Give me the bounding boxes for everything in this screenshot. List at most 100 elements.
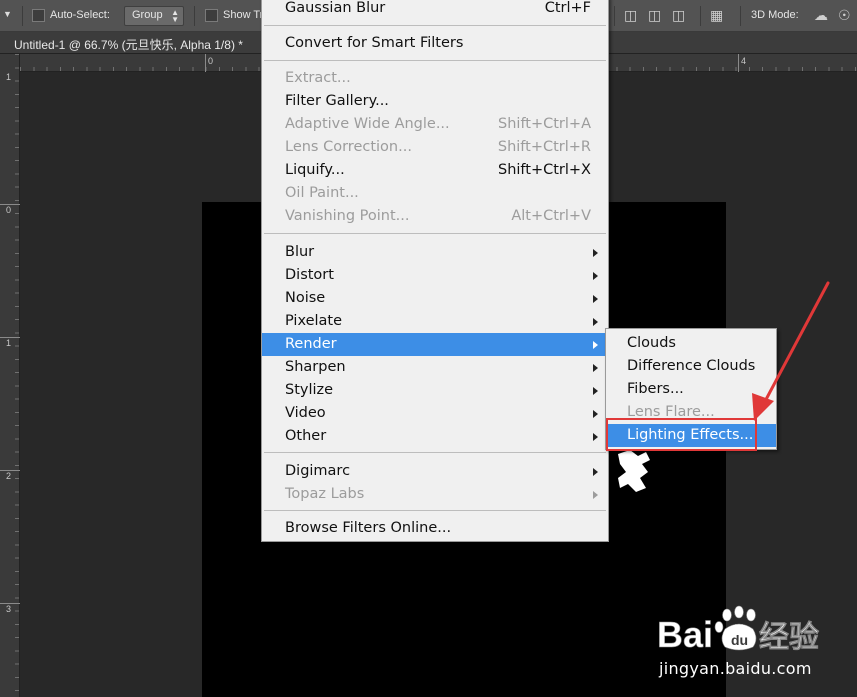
menu-separator bbox=[264, 60, 606, 61]
menu-separator bbox=[264, 452, 606, 453]
svg-text:经验: 经验 bbox=[759, 620, 819, 655]
submenu-arrow-icon bbox=[593, 341, 598, 349]
menu-item-label: Render bbox=[285, 336, 337, 352]
menu-item-label: Topaz Labs bbox=[285, 486, 365, 502]
select-updown-icon: ▲ ▼ bbox=[171, 8, 179, 24]
menu-item-adaptive-wide-angle: Adaptive Wide Angle... Shift+Ctrl+A bbox=[262, 113, 608, 136]
ruler-number: 4 bbox=[741, 56, 747, 66]
align-right-edges-icon[interactable]: ◫ bbox=[672, 7, 685, 23]
menu-item-shortcut: Shift+Ctrl+X bbox=[498, 162, 591, 178]
menu-item-label: Pixelate bbox=[285, 313, 343, 329]
menu-item-label: Distort bbox=[285, 267, 334, 283]
group-select-value: Group bbox=[132, 9, 163, 21]
menu-item-label: Other bbox=[285, 428, 327, 444]
highlight-callout-box bbox=[606, 418, 757, 451]
ruler-number: 1 bbox=[6, 338, 12, 348]
red-arrow-icon bbox=[752, 281, 830, 421]
3d-roll-icon[interactable]: ☉ bbox=[838, 7, 851, 23]
tool-preset-chevron-down-icon[interactable]: ▼ bbox=[3, 9, 12, 19]
options-divider bbox=[614, 6, 615, 26]
menu-separator bbox=[264, 510, 606, 511]
menu-item-label: Extract... bbox=[285, 70, 351, 86]
submenu-item-label: Fibers... bbox=[627, 381, 684, 397]
submenu-item-label: Difference Clouds bbox=[627, 358, 756, 374]
menu-item-label: Blur bbox=[285, 244, 315, 260]
options-divider bbox=[700, 6, 701, 26]
baidu-logo-icon: Bai du 经验 bbox=[657, 605, 819, 655]
ruler-number: 3 bbox=[6, 604, 12, 614]
auto-select-checkbox[interactable] bbox=[32, 9, 45, 22]
menu-separator bbox=[264, 25, 606, 26]
baidu-jingyan-watermark: Bai du 经验 jingyan.baidu.com bbox=[655, 605, 855, 690]
menu-item-shortcut: Ctrl+F bbox=[544, 0, 591, 16]
ruler-number: 2 bbox=[6, 471, 12, 481]
submenu-arrow-icon bbox=[593, 249, 598, 257]
submenu-arrow-icon bbox=[593, 318, 598, 326]
submenu-arrow-icon bbox=[593, 387, 598, 395]
auto-select-label: Auto-Select: bbox=[50, 9, 110, 21]
menu-item-browse-filters-online[interactable]: Browse Filters Online... bbox=[262, 517, 608, 540]
menu-item-label: Sharpen bbox=[285, 359, 346, 375]
menu-item-label: Liquify... bbox=[285, 162, 345, 178]
watermark-url: jingyan.baidu.com bbox=[659, 659, 812, 678]
menu-item-label: Noise bbox=[285, 290, 326, 306]
menu-item-noise[interactable]: Noise bbox=[262, 287, 608, 310]
menu-item-filter-gallery[interactable]: Filter Gallery... bbox=[262, 90, 608, 113]
submenu-arrow-icon bbox=[593, 272, 598, 280]
submenu-arrow-icon bbox=[593, 295, 598, 303]
submenu-arrow-icon bbox=[593, 468, 598, 476]
menu-item-label: Filter Gallery... bbox=[285, 93, 389, 109]
menu-item-label: Video bbox=[285, 405, 326, 421]
svg-text:du: du bbox=[731, 632, 748, 648]
menu-item-other[interactable]: Other bbox=[262, 425, 608, 448]
submenu-item-label: Clouds bbox=[627, 335, 676, 351]
submenu-arrow-icon bbox=[593, 491, 598, 499]
menu-item-label: Lens Correction... bbox=[285, 139, 412, 155]
submenu-arrow-icon bbox=[593, 433, 598, 441]
menu-item-label: Gaussian Blur bbox=[285, 0, 386, 16]
menu-item-topaz-labs: Topaz Labs bbox=[262, 483, 608, 506]
menu-item-lens-correction: Lens Correction... Shift+Ctrl+R bbox=[262, 136, 608, 159]
menu-item-label: Adaptive Wide Angle... bbox=[285, 116, 450, 132]
menu-item-label: Oil Paint... bbox=[285, 185, 359, 201]
ruler-major-tick bbox=[738, 54, 739, 72]
menu-item-shortcut: Shift+Ctrl+R bbox=[497, 139, 591, 155]
menu-item-blur[interactable]: Blur bbox=[262, 241, 608, 264]
menu-item-render[interactable]: Render bbox=[262, 333, 608, 356]
menu-item-video[interactable]: Video bbox=[262, 402, 608, 425]
vertical-ruler[interactable] bbox=[0, 54, 20, 697]
ruler-number: 0 bbox=[6, 205, 12, 215]
menu-item-label: Stylize bbox=[285, 382, 334, 398]
menu-item-sharpen[interactable]: Sharpen bbox=[262, 356, 608, 379]
3d-rotate-icon[interactable]: ☁ bbox=[814, 7, 828, 23]
options-divider bbox=[740, 6, 741, 26]
options-divider bbox=[194, 6, 195, 26]
show-transform-checkbox[interactable] bbox=[205, 9, 218, 22]
menu-item-oil-paint: Oil Paint... bbox=[262, 182, 608, 205]
ruler-number: 0 bbox=[208, 56, 214, 66]
menu-item-label: Vanishing Point... bbox=[285, 208, 410, 224]
align-horizontal-centers-icon[interactable]: ◫ bbox=[648, 7, 661, 23]
align-left-edges-icon[interactable]: ◫ bbox=[624, 7, 637, 23]
menu-item-distort[interactable]: Distort bbox=[262, 264, 608, 287]
menu-item-convert-for-smart-filters[interactable]: Convert for Smart Filters bbox=[262, 32, 608, 55]
menu-item-digimarc[interactable]: Digimarc bbox=[262, 460, 608, 483]
menu-item-liquify[interactable]: Liquify... Shift+Ctrl+X bbox=[262, 159, 608, 182]
auto-align-layers-icon[interactable]: ▦ bbox=[710, 7, 723, 23]
menu-item-vanishing-point: Vanishing Point... Alt+Ctrl+V bbox=[262, 205, 608, 228]
3d-mode-label: 3D Mode: bbox=[751, 9, 799, 21]
canvas-white-text-fragment bbox=[618, 450, 650, 492]
svg-text:Bai: Bai bbox=[657, 614, 713, 655]
menu-item-extract: Extract... bbox=[262, 67, 608, 90]
ruler-major-tick bbox=[205, 54, 206, 72]
ruler-number: 1 bbox=[6, 72, 12, 82]
menu-item-stylize[interactable]: Stylize bbox=[262, 379, 608, 402]
menu-item-label: Convert for Smart Filters bbox=[285, 35, 464, 51]
auto-select-group-select[interactable]: Group ▲ ▼ bbox=[124, 6, 184, 26]
menu-item-shortcut: Alt+Ctrl+V bbox=[511, 208, 591, 224]
menu-item-gaussian-blur[interactable]: Gaussian Blur Ctrl+F bbox=[262, 0, 608, 20]
menu-item-label: Digimarc bbox=[285, 463, 351, 479]
submenu-arrow-icon bbox=[593, 410, 598, 418]
menu-separator bbox=[264, 233, 606, 234]
menu-item-pixelate[interactable]: Pixelate bbox=[262, 310, 608, 333]
